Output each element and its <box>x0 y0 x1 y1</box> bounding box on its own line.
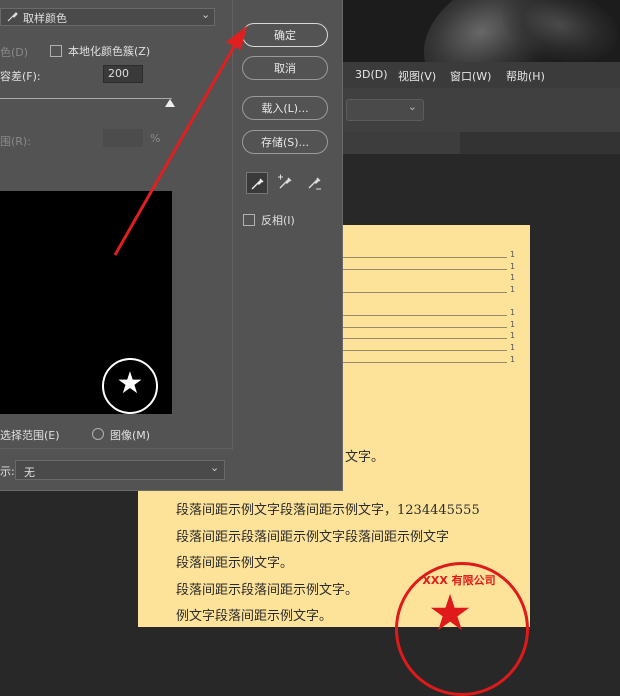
paragraph-line: 例文字段落间距示例文字。 <box>176 609 333 624</box>
toc-page-number: 1 <box>510 320 516 329</box>
color-range-dialog: 取样颜色 ⌄ 色(D) 本地化颜色簇(Z) 容差(F): 200 围(R): %… <box>0 0 343 491</box>
partial-checkbox-label: 色(D) <box>0 46 29 59</box>
toc-page-number: 1 <box>510 250 516 259</box>
star-icon: ★ <box>116 366 144 401</box>
toc-page-number: 1 <box>510 355 516 364</box>
toc-page-number: 1 <box>510 308 516 317</box>
invert-checkbox[interactable] <box>243 214 255 226</box>
paragraph-line: 段落间距示段落间距示例文字。 <box>176 583 359 598</box>
selection-radio-label: 选择范围(E) <box>0 429 60 442</box>
eyedropper-tool-button[interactable] <box>246 172 268 194</box>
cancel-button[interactable]: 取消 <box>242 56 328 80</box>
select-value: 取样颜色 <box>23 12 67 25</box>
document-tab[interactable] <box>340 132 460 154</box>
eyedropper-subtract-button[interactable] <box>304 172 326 194</box>
range-input <box>103 129 143 147</box>
options-dropdown[interactable] <box>346 99 424 121</box>
eyedropper-minus-icon <box>308 177 321 190</box>
matte-value: 无 <box>24 466 35 479</box>
tolerance-label: 容差(F): <box>0 70 41 83</box>
divider <box>0 448 232 449</box>
localized-clusters-checkbox[interactable] <box>50 45 62 57</box>
matte-dropdown[interactable]: 无 ⌄ <box>15 460 225 480</box>
menu-view[interactable]: 视图(V) <box>398 68 436 84</box>
chevron-down-icon: ⌄ <box>210 461 220 474</box>
tolerance-slider-track[interactable] <box>0 98 172 99</box>
menu-bar: 3D(D) 视图(V) 窗口(W) 帮助(H) <box>340 62 620 88</box>
paragraph-line: 段落间距示例文字。 <box>176 556 294 571</box>
toc-page-number: 1 <box>510 273 516 282</box>
menu-3d[interactable]: 3D(D) <box>355 68 388 81</box>
tolerance-input[interactable]: 200 <box>103 65 143 83</box>
range-unit: % <box>150 132 161 145</box>
paragraph-line: 段落间距示例文字段落间距示例文字，1234445555 <box>176 503 480 518</box>
ok-button[interactable]: 确定 <box>242 23 328 47</box>
paragraph-line: 段落间距示段落间距示例文字段落间距示例文字 <box>176 530 450 545</box>
load-button[interactable]: 载入(L)... <box>242 96 328 120</box>
menu-help[interactable]: 帮助(H) <box>506 68 545 84</box>
chevron-down-icon: ⌄ <box>201 8 211 21</box>
seal-star-icon: ★ <box>427 584 473 642</box>
range-label: 围(R): <box>0 135 31 148</box>
save-button[interactable]: 存储(S)... <box>242 130 328 154</box>
divider <box>232 0 233 450</box>
invert-label: 反相(I) <box>261 214 295 227</box>
eyedropper-plus-icon <box>278 174 292 189</box>
toc-page-number: 1 <box>510 285 516 294</box>
options-bar <box>340 88 620 132</box>
eyedropper-icon <box>251 178 264 190</box>
select-dropdown[interactable]: 取样颜色 ⌄ <box>0 8 215 26</box>
toc-page-number: 1 <box>510 262 516 271</box>
tolerance-slider-thumb[interactable] <box>165 99 175 107</box>
toc-page-number: 1 <box>510 343 516 352</box>
toc-page-number: 1 <box>510 331 516 340</box>
eyedropper-icon <box>7 10 19 25</box>
document-tab-bar <box>340 132 620 154</box>
eyedropper-add-button[interactable] <box>275 172 297 194</box>
paragraph-line: 文字。 <box>345 450 385 465</box>
image-radio[interactable] <box>92 428 104 440</box>
localized-clusters-label: 本地化颜色簇(Z) <box>68 45 151 58</box>
menu-window[interactable]: 窗口(W) <box>450 68 491 84</box>
matte-label: 示: <box>0 465 15 478</box>
image-radio-label: 图像(M) <box>110 429 151 442</box>
